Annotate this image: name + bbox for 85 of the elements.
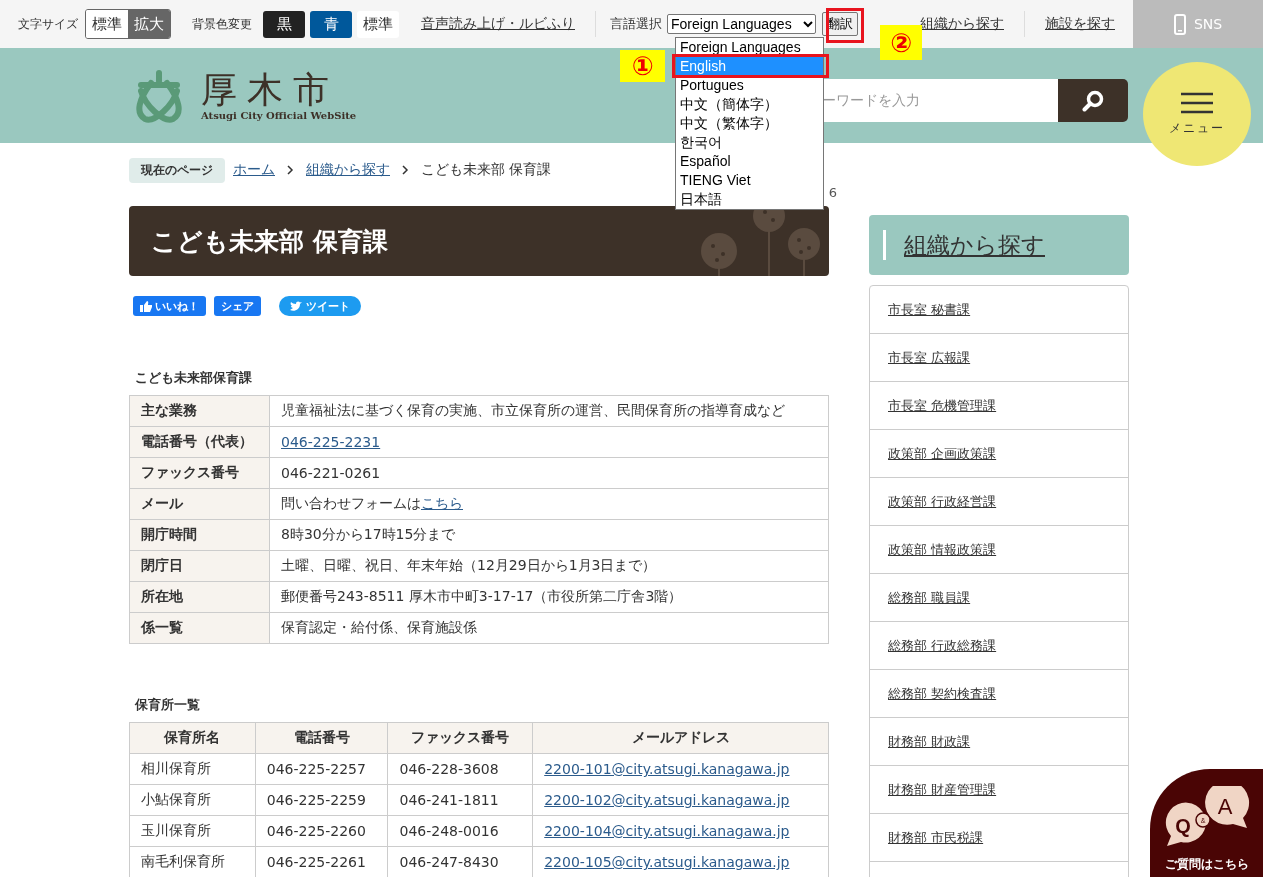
background-color-button[interactable]: 標準 (357, 10, 399, 38)
table-cell: 児童福祉法に基づく保育の実施、市立保育所の運営、民間保育所の指導育成など (269, 395, 829, 427)
breadcrumb-link[interactable]: ホーム (233, 161, 275, 179)
table-cell: 保育認定・給付係、保育施設係 (269, 612, 829, 644)
chevron-icon (803, 20, 813, 28)
breadcrumb-current: こども未来部 保育課 (421, 161, 552, 179)
sidebar-link[interactable]: 総務部 職員課 (888, 588, 971, 607)
like-button[interactable]: いいね！ (133, 296, 206, 316)
contact-form-link[interactable]: こちら (421, 495, 463, 511)
highlight-box (826, 8, 864, 43)
column-header: 保育所名 (129, 722, 256, 754)
chevron-right-icon (287, 165, 294, 175)
bird-icon (290, 300, 303, 312)
breadcrumb-link[interactable]: 組織から探す (306, 161, 390, 179)
table-cell: 046-225-2257 (255, 753, 388, 785)
background-color-button[interactable]: 青 (310, 10, 352, 38)
column-header: メールアドレス (532, 722, 829, 754)
language-option[interactable]: 한국어 (676, 133, 823, 152)
menu-icon (1181, 91, 1213, 114)
current-page-badge: 現在のページ (129, 157, 225, 183)
language-option[interactable]: Español (676, 152, 823, 171)
language-select[interactable]: Foreign Languages (667, 14, 816, 34)
font-size-option[interactable]: 標準 (86, 10, 128, 38)
column-header: ファックス番号 (388, 722, 533, 754)
logo-title: 厚木市 (201, 70, 339, 110)
step-number-label: ② (880, 25, 922, 60)
table-cell: 小鮎保育所 (129, 784, 256, 816)
share-button[interactable]: シェア (214, 296, 261, 316)
table-header-cell: 所在地 (129, 581, 270, 613)
table-cell: 土曜、日曜、祝日、年末年始（12月29日から1月3日まで） (269, 550, 829, 582)
language-option[interactable]: 日本語 (676, 190, 823, 209)
page-title: こども未来部 保育課 (151, 225, 388, 258)
table-cell: 046-241-1811 (388, 784, 533, 816)
update-date-text: 6 (828, 184, 837, 202)
section-heading: 保育所一覧 (135, 696, 201, 714)
table-cell: 問い合わせフォームは こちら (269, 488, 829, 520)
facility-search-link[interactable]: 施設を探す (1045, 15, 1115, 33)
sidebar-link[interactable]: 市長室 危機管理課 (888, 396, 997, 415)
table-cell: 相川保育所 (129, 753, 256, 785)
background-color-label: 背景色変更 (192, 15, 252, 33)
sidebar-link[interactable]: 総務部 契約検査課 (888, 684, 997, 703)
sidebar-link[interactable]: 財務部 財政課 (888, 732, 971, 751)
table-header-cell: 係一覧 (129, 612, 270, 644)
font-size-option[interactable]: 拡大 (128, 10, 170, 38)
sidebar-link[interactable]: 市長室 広報課 (888, 348, 971, 367)
language-option[interactable]: Foreign Languages (676, 38, 823, 57)
search-icon (1082, 89, 1104, 112)
phone-link[interactable]: 046-225-2231 (281, 434, 381, 450)
table-cell: 046-225-2259 (255, 784, 388, 816)
search-button[interactable] (1058, 79, 1128, 122)
table-cell: 046-225-2260 (255, 815, 388, 847)
sidebar-link[interactable]: 財務部 財産管理課 (888, 780, 997, 799)
read-aloud-link[interactable]: 音声読み上げ・ルビふり (421, 15, 575, 33)
table-header-cell: ファックス番号 (129, 457, 270, 489)
font-size-label: 文字サイズ (18, 15, 78, 33)
table-header-cell: 閉庁日 (129, 550, 270, 582)
sidebar-link[interactable]: 財務部 市民税課 (888, 828, 984, 847)
phone-icon (1173, 13, 1186, 35)
chevron-right-icon (402, 165, 409, 175)
table-cell: 046-248-0016 (388, 815, 533, 847)
menu-button[interactable]: メニュー (1143, 62, 1251, 166)
table-cell: 玉川保育所 (129, 815, 256, 847)
table-header-cell: 主な業務 (129, 395, 270, 427)
sidebar-heading-link[interactable]: 組織から探す (904, 229, 1045, 261)
table-cell: 046-228-3608 (388, 753, 533, 785)
column-header: 電話番号 (255, 722, 388, 754)
step-number-label: ① (620, 50, 665, 82)
background-color-button[interactable]: 黒 (263, 10, 305, 38)
table-cell: 046-221-0261 (269, 457, 829, 489)
sidebar-link[interactable]: 政策部 情報政策課 (888, 540, 997, 559)
table-cell: 8時30分から17時15分まで (269, 519, 829, 551)
language-option[interactable]: TIENG Viet (676, 171, 823, 190)
table-header-cell: 電話番号（代表） (129, 426, 270, 458)
thumbs-up-icon (140, 300, 152, 312)
sidebar-link[interactable]: 市長室 秘書課 (888, 300, 971, 319)
table-header-cell: メール (129, 488, 270, 520)
language-label: 言語選択 (610, 15, 662, 33)
table-header-cell: 開庁時間 (129, 519, 270, 551)
table-cell: 郵便番号243-8511 厚木市中町3-17-17（市役所第二庁舎3階） (269, 581, 829, 613)
table-cell: 南毛利保育所 (129, 846, 256, 877)
sidebar-link[interactable]: 総務部 行政総務課 (888, 636, 997, 655)
logo-subtitle: Atsugi City Official WebSite (201, 110, 357, 121)
sidebar-link[interactable]: 政策部 企画政策課 (888, 444, 997, 463)
sidebar-link[interactable]: 政策部 行政経営課 (888, 492, 997, 511)
section-heading: こども未来部保育課 (135, 369, 253, 387)
